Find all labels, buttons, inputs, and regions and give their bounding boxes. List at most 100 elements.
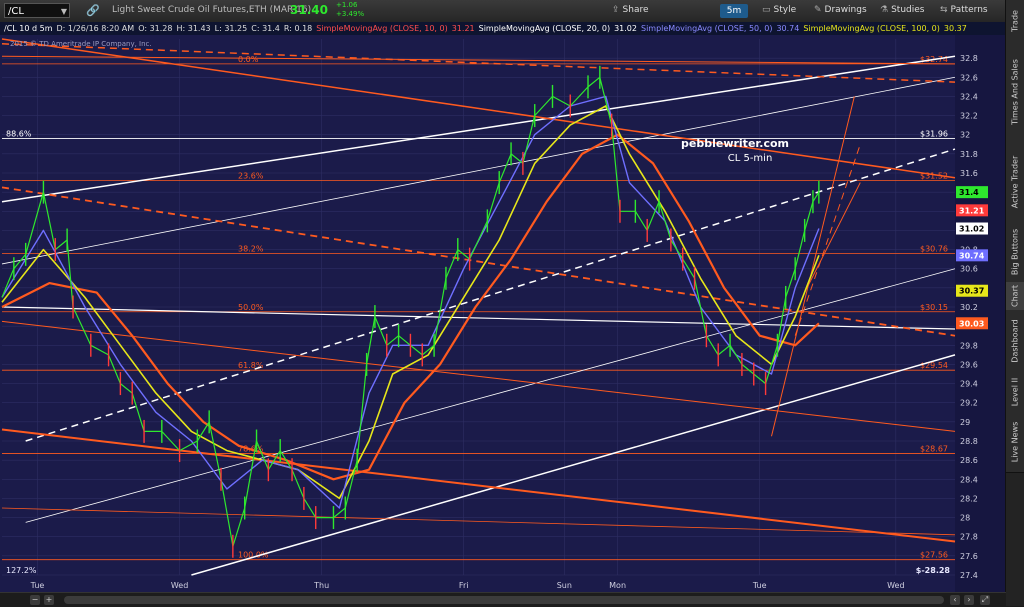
tab-label: Dashboard (1010, 319, 1020, 363)
tab-label: Times And Sales (1010, 59, 1020, 125)
tab-label: Trade (1010, 10, 1020, 32)
info-sma50: SimpleMovingAvg (CLOSE, 50, 0) (640, 24, 773, 33)
tab-level-ii[interactable]: Level II (1006, 372, 1024, 413)
symbol-text: /CL (8, 6, 24, 17)
x-tick-label: Fri (459, 581, 469, 590)
tab-label: Live News (1010, 421, 1020, 463)
y-tick-label: 27.8 (960, 533, 978, 542)
pencil-icon: ✎ (814, 5, 822, 15)
fib-level-price: $30.15 (920, 303, 948, 312)
share-icon: ⇪ (612, 5, 620, 15)
fib-level-percent: 50.0% (238, 303, 264, 312)
annotation-line: CL 5-min (728, 153, 773, 164)
price-change-pct: +3.49% (336, 10, 365, 18)
tab-live-news[interactable]: Live News (1006, 412, 1024, 473)
y-tick-label: 28.6 (960, 456, 978, 465)
y-tick-label: 30.6 (960, 265, 978, 274)
y-tick-label: 31.6 (960, 169, 978, 178)
top-toolbar: /CL ▼ 🔗 Light Sweet Crude Oil Futures,ETH… (0, 0, 1006, 23)
tab-dashboard[interactable]: Dashboard (1006, 310, 1024, 373)
y-tick-label: 32.2 (960, 112, 978, 121)
studies-button[interactable]: ⚗ Studies (880, 5, 924, 15)
price-chart[interactable]: 32.832.632.432.23231.831.631.431.23130.8… (0, 35, 1006, 592)
tab-times-and-sales[interactable]: Times And Sales (1006, 42, 1024, 143)
price-tag-label: 30.03 (959, 319, 984, 328)
y-tick-label: 29.8 (960, 341, 978, 350)
tab-label: Level II (1010, 377, 1020, 407)
timeframe-button[interactable]: 5m (720, 4, 748, 18)
tab-chart[interactable]: Chart (1006, 282, 1024, 311)
tab-label: Chart (1010, 285, 1020, 307)
y-tick-label: 31.8 (960, 150, 978, 159)
tab-trade[interactable]: Trade (1006, 0, 1024, 43)
price-tag-label: 31.4 (959, 188, 979, 197)
info-sma20: SimpleMovingAvg (CLOSE, 20, 0) (478, 24, 611, 33)
copyright-text: 2015 © TD Ameritrade IP Company, Inc. (10, 40, 152, 48)
y-tick-label: 28.2 (960, 494, 978, 503)
drawings-label: Drawings (824, 5, 867, 15)
drawings-button[interactable]: ✎ Drawings (814, 5, 867, 15)
price-tag-label: 30.74 (959, 251, 985, 260)
annotation-line: pebblewriter.com (681, 137, 789, 150)
scroll-right-icon[interactable]: › (964, 595, 974, 605)
x-tick-label: Wed (887, 581, 904, 590)
info-open: O: 31.28 (138, 24, 173, 33)
info-date: D: 1/26/16 8:20 AM (56, 24, 135, 33)
style-icon: ▭ (762, 5, 771, 15)
fib-level-price: $28.67 (920, 444, 948, 453)
patterns-button[interactable]: ⇆ Patterns (940, 5, 988, 15)
info-sma20-value: 31.02 (614, 24, 637, 33)
y-tick-label: 32.4 (960, 92, 978, 101)
info-range: R: 0.18 (283, 24, 313, 33)
fib-level-percent: 38.2% (238, 244, 264, 253)
x-tick-label: Mon (609, 581, 626, 590)
zoom-in-icon[interactable]: + (44, 595, 54, 605)
zoom-out-icon[interactable]: − (30, 595, 40, 605)
chart-bottom-bar: − + ‹ › ⤢ (0, 592, 1006, 607)
price-change-abs: +1.06 (336, 1, 358, 9)
studies-label: Studies (891, 5, 925, 15)
info-sma100-value: 30.37 (943, 24, 967, 33)
info-sma10-value: 31.21 (451, 24, 475, 33)
y-tick-label: 28 (960, 514, 970, 523)
fib-level-percent: 100.0% (238, 551, 269, 560)
tab-label: Active Trader (1010, 155, 1020, 209)
bottom-right-label: $-28.28 (916, 566, 951, 575)
chart-scrollbar[interactable] (64, 596, 944, 604)
scroll-left-icon[interactable]: ‹ (950, 595, 960, 605)
tab-active-trader[interactable]: Active Trader (1006, 142, 1024, 223)
y-tick-label: 27.4 (960, 571, 978, 580)
symbol-input[interactable]: /CL ▼ (4, 3, 70, 18)
share-button[interactable]: ⇪ Share (612, 5, 649, 15)
y-tick-label: 32.8 (960, 54, 978, 63)
info-symbol: /CL 10 d 5m (4, 24, 53, 33)
info-close: C: 31.4 (251, 24, 280, 33)
chevron-down-icon[interactable]: ▼ (61, 4, 67, 19)
fib-level-price: $31.96 (920, 130, 948, 139)
tab-label: Big Buttons (1010, 228, 1020, 276)
flask-icon: ⚗ (880, 5, 889, 15)
y-tick-label: 29.4 (960, 380, 978, 389)
last-price: 31.40 (290, 3, 328, 17)
patterns-label: Patterns (950, 5, 988, 15)
y-tick-label: 29.6 (960, 360, 978, 369)
share-label: Share (622, 5, 649, 15)
info-sma100: SimpleMovingAvg (CLOSE, 100, 0) (803, 24, 940, 33)
y-tick-label: 32.6 (960, 73, 978, 82)
price-tag-label: 30.37 (959, 287, 984, 296)
bottom-left-label: 127.2% (6, 566, 37, 575)
style-button[interactable]: ▭ Style (762, 5, 796, 15)
plot-background (0, 35, 1006, 592)
expand-icon[interactable]: ⤢ (980, 595, 990, 605)
tab-big-buttons[interactable]: Big Buttons (1006, 222, 1024, 283)
link-icon[interactable]: 🔗 (86, 4, 100, 17)
info-low: L: 31.25 (214, 24, 248, 33)
y-tick-label: 32 (960, 131, 970, 140)
y-tick-label: 28.8 (960, 437, 978, 446)
x-tick-label: Wed (171, 581, 188, 590)
x-tick-label: Thu (313, 581, 329, 590)
fib-level-price: $29.54 (920, 361, 948, 370)
right-sidebar: Trade Times And Sales Active Trader Big … (1005, 0, 1024, 606)
study-info-bar: /CL 10 d 5m D: 1/26/16 8:20 AM O: 31.28 H: … (0, 22, 1006, 35)
price-tag-label: 31.02 (959, 225, 984, 234)
